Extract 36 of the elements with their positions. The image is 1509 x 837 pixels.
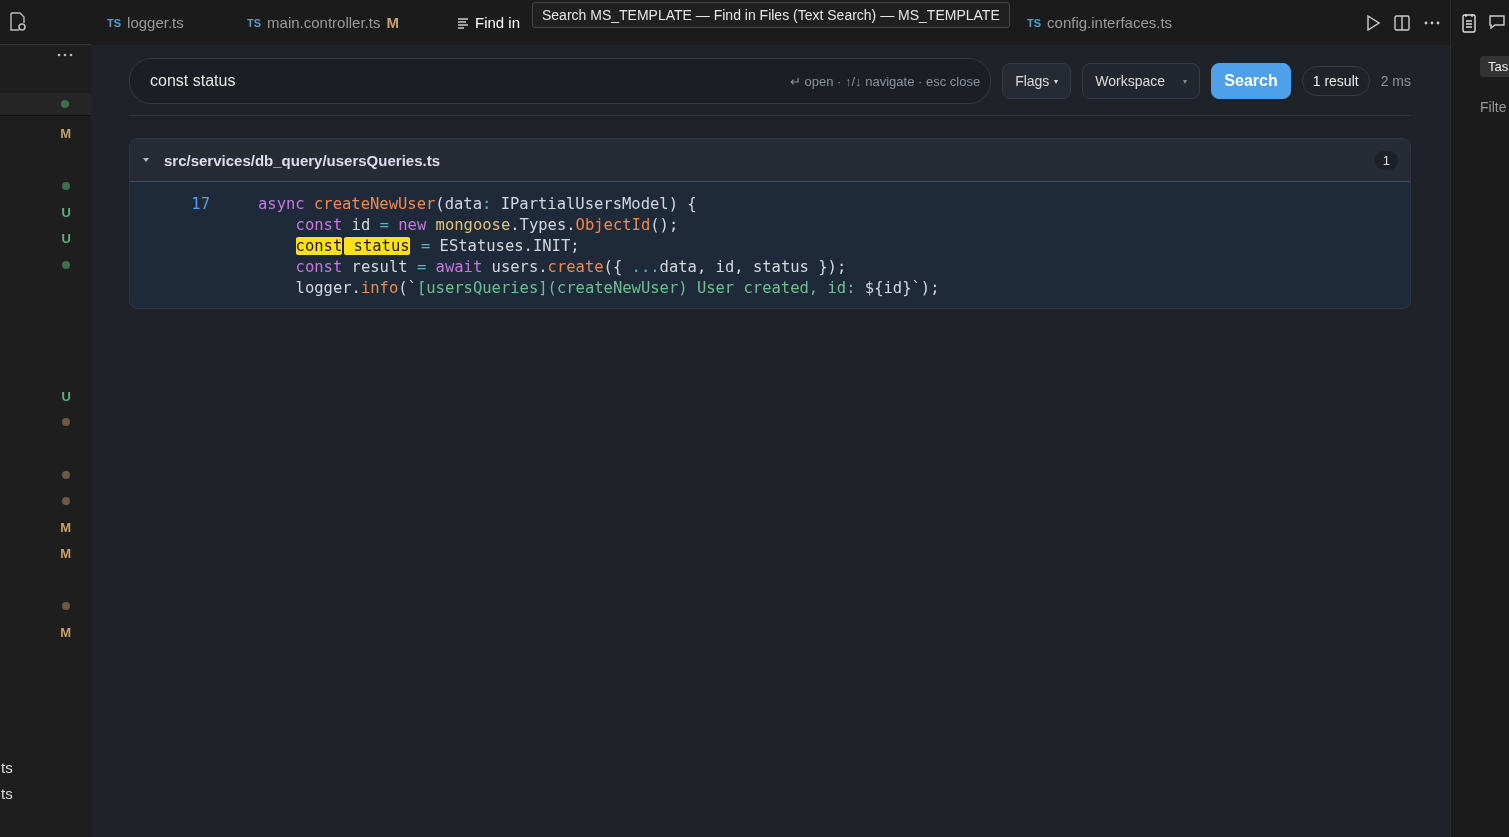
git-status-letter: M bbox=[60, 546, 71, 562]
code-line[interactable]: const result = await users.create({ ...data, id, status }); bbox=[258, 257, 847, 276]
git-status-letter: U bbox=[61, 230, 71, 246]
search-box[interactable]: const status ↵ open · ↑/↓ navigate · esc close bbox=[129, 58, 992, 104]
lines-icon bbox=[457, 16, 469, 29]
file-type-label: TS bbox=[247, 16, 262, 29]
line-number: 17 bbox=[190, 194, 211, 213]
tooltip: Search MS_TEMPLATE — Find in Files (Text Search) — MS_TEMPLATE bbox=[532, 2, 1010, 28]
code-line[interactable]: const id = new mongoose.Types.ObjectId(); bbox=[258, 215, 679, 234]
file-name[interactable]: ts bbox=[1, 759, 91, 785]
more-icon[interactable] bbox=[1424, 20, 1440, 25]
split-editor-icon[interactable] bbox=[1394, 14, 1410, 31]
search-time: 2 ms bbox=[1380, 73, 1411, 89]
keyboard-hint: ↵ open · ↑/↓ navigate · esc close bbox=[789, 73, 981, 89]
git-status-letter: M bbox=[60, 520, 71, 536]
flags-dropdown[interactable]: Flags ▾ bbox=[1002, 63, 1072, 99]
scope-dropdown[interactable]: Workspace ▾ bbox=[1082, 63, 1201, 99]
caret-icon[interactable] bbox=[142, 156, 150, 164]
file-type-label: TS bbox=[1027, 16, 1042, 29]
git-status-letter: U bbox=[61, 388, 71, 404]
run-icon[interactable] bbox=[1366, 14, 1380, 31]
code-line[interactable]: const status = EStatuses.INIT; bbox=[258, 236, 580, 255]
git-status-letter: U bbox=[61, 204, 71, 220]
file-path[interactable]: src/services/db_query/usersQueries.ts bbox=[158, 150, 1375, 170]
git-status-letter: M bbox=[60, 125, 71, 141]
code-line[interactable]: logger.info(`[usersQueries](createNewUser) User created, id: ${id}`); bbox=[258, 278, 940, 297]
filter-label: Filte bbox=[1480, 99, 1508, 115]
file-name[interactable]: ts bbox=[1, 785, 91, 811]
notepad-icon[interactable] bbox=[1461, 12, 1477, 33]
git-status-letter: M bbox=[60, 625, 71, 641]
tasks-tab[interactable]: Tas bbox=[1480, 56, 1509, 77]
file-type-label: TS bbox=[107, 16, 122, 29]
more-icon[interactable] bbox=[57, 53, 73, 57]
match-count: 1 bbox=[1374, 150, 1398, 170]
code-line[interactable]: async createNewUser(data: IPartialUsersModel) { bbox=[258, 194, 697, 213]
search-field[interactable]: const status bbox=[148, 71, 790, 91]
